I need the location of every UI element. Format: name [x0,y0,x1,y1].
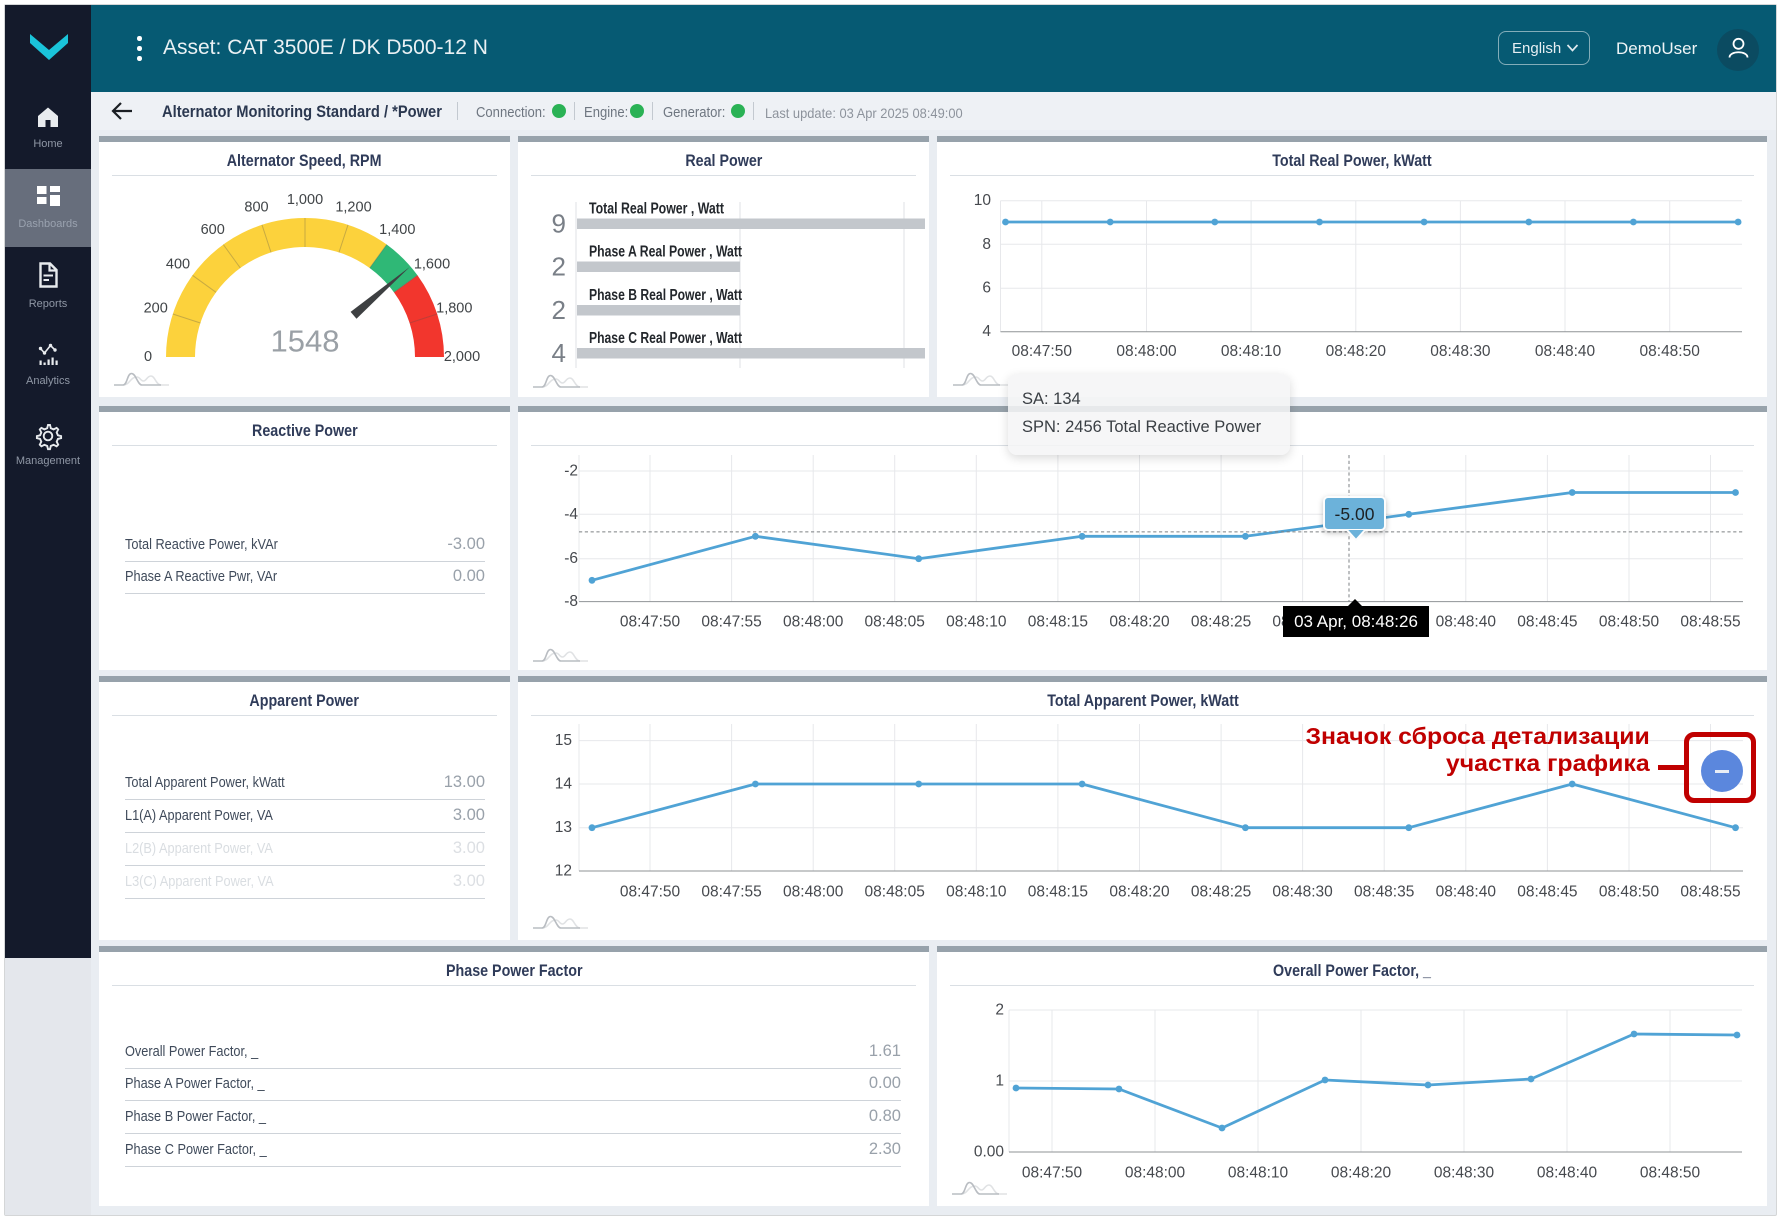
svg-text:2: 2 [552,252,566,282]
svg-text:08:47:50: 08:47:50 [620,614,681,631]
svg-text:1548: 1548 [271,324,340,359]
svg-text:08:47:50: 08:47:50 [1012,343,1073,360]
svg-text:12: 12 [555,863,572,880]
svg-text:0.00: 0.00 [974,1144,1005,1161]
svg-text:200: 200 [144,301,168,317]
svg-text:08:48:25: 08:48:25 [1191,884,1251,901]
svg-text:08:48:15: 08:48:15 [1028,884,1088,901]
svg-text:2: 2 [552,295,566,325]
svg-text:08:47:55: 08:47:55 [701,884,761,901]
svg-text:1,800: 1,800 [436,301,472,317]
svg-text:2: 2 [995,1002,1004,1019]
svg-text:08:48:45: 08:48:45 [1517,614,1577,631]
svg-text:08:48:40: 08:48:40 [1436,614,1497,631]
svg-text:-2: -2 [564,463,578,480]
svg-text:08:48:40: 08:48:40 [1436,884,1497,901]
svg-text:08:48:20: 08:48:20 [1326,343,1387,360]
svg-text:08:48:50: 08:48:50 [1640,1165,1701,1182]
svg-text:Phase B Real Power , Watt: Phase B Real Power , Watt [589,287,743,304]
svg-text:Phase C Real Power , Watt: Phase C Real Power , Watt [589,330,743,347]
svg-text:08:48:00: 08:48:00 [1116,343,1177,360]
svg-text:08:48:05: 08:48:05 [865,884,925,901]
svg-text:6: 6 [982,280,991,297]
svg-text:08:48:00: 08:48:00 [783,614,844,631]
svg-text:-6: -6 [564,550,578,567]
svg-text:08:48:20: 08:48:20 [1109,614,1170,631]
svg-text:08:48:50: 08:48:50 [1599,884,1660,901]
svg-text:08:48:20: 08:48:20 [1331,1165,1392,1182]
svg-text:1,400: 1,400 [379,222,415,238]
svg-text:-4: -4 [564,506,578,523]
svg-text:08:48:25: 08:48:25 [1191,614,1251,631]
svg-text:10: 10 [974,192,992,209]
svg-text:1,000: 1,000 [287,192,323,208]
svg-text:08:48:00: 08:48:00 [1125,1165,1186,1182]
svg-text:08:48:20: 08:48:20 [1109,884,1170,901]
svg-text:08:47:50: 08:47:50 [620,884,681,901]
svg-text:08:47:55: 08:47:55 [701,614,761,631]
svg-text:08:48:40: 08:48:40 [1535,343,1596,360]
svg-text:8: 8 [982,236,991,253]
svg-text:08:48:40: 08:48:40 [1537,1165,1598,1182]
svg-text:400: 400 [166,257,190,273]
svg-text:1: 1 [995,1073,1004,1090]
svg-text:08:48:50: 08:48:50 [1640,343,1701,360]
svg-text:600: 600 [201,222,225,238]
svg-text:9: 9 [552,209,566,239]
svg-text:800: 800 [244,200,268,216]
svg-text:08:48:45: 08:48:45 [1517,884,1577,901]
svg-text:13: 13 [555,819,572,836]
svg-text:2,000: 2,000 [444,349,480,365]
svg-text:08:48:55: 08:48:55 [1680,884,1740,901]
svg-text:08:48:35: 08:48:35 [1354,884,1414,901]
svg-text:08:48:30: 08:48:30 [1272,884,1333,901]
svg-text:4: 4 [552,338,566,368]
svg-text:Phase A Real Power , Watt: Phase A Real Power , Watt [589,244,743,261]
svg-text:08:48:30: 08:48:30 [1430,343,1491,360]
svg-text:14: 14 [555,776,573,793]
svg-text:08:48:50: 08:48:50 [1599,614,1660,631]
svg-text:15: 15 [555,732,572,749]
svg-text:08:48:55: 08:48:55 [1680,614,1740,631]
svg-text:08:48:10: 08:48:10 [1221,343,1282,360]
svg-text:0: 0 [144,349,152,365]
svg-text:08:48:05: 08:48:05 [865,614,925,631]
svg-text:-8: -8 [564,593,578,610]
svg-text:08:48:10: 08:48:10 [1228,1165,1289,1182]
svg-text:08:48:15: 08:48:15 [1028,614,1088,631]
svg-text:Total Real Power , Watt: Total Real Power , Watt [589,201,725,218]
svg-text:08:48:10: 08:48:10 [946,614,1007,631]
svg-text:4: 4 [982,323,991,340]
svg-text:08:48:10: 08:48:10 [946,884,1007,901]
svg-text:08:48:30: 08:48:30 [1434,1165,1495,1182]
svg-text:1,600: 1,600 [414,257,450,273]
svg-text:08:47:50: 08:47:50 [1022,1165,1083,1182]
svg-text:08:48:00: 08:48:00 [783,884,844,901]
svg-text:1,200: 1,200 [335,200,371,216]
